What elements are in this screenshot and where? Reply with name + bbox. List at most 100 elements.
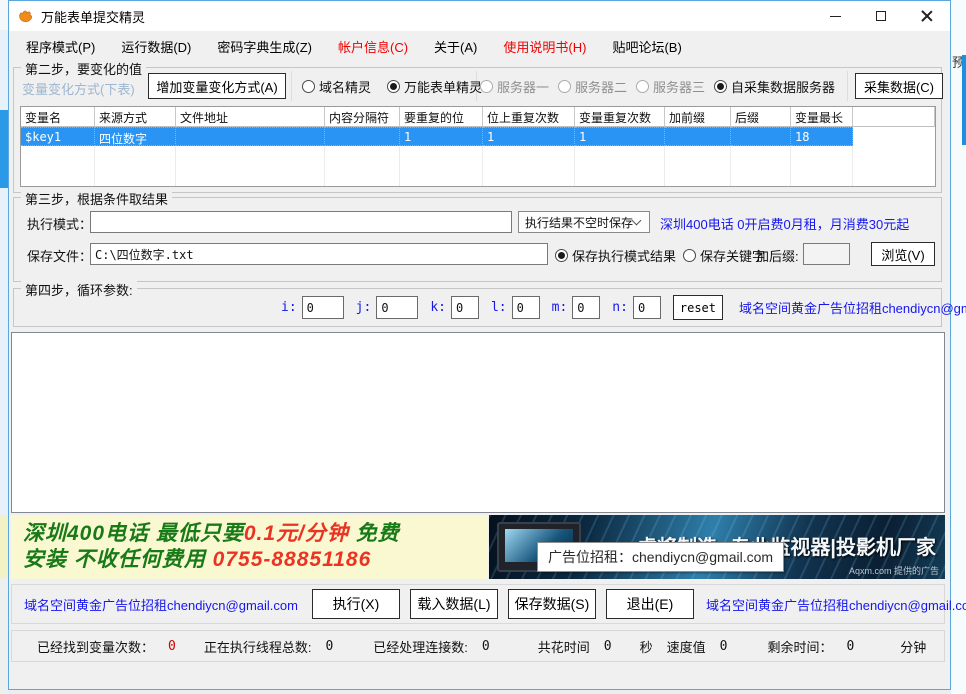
banner-text-green: 深圳400电话 最低只要	[23, 522, 244, 545]
empty-cell	[791, 146, 853, 165]
bg-left-yellow-block	[0, 515, 8, 578]
ad-link-left[interactable]: 域名空间黄金广告位招租chendiycn@gmail.com	[24, 595, 298, 614]
speed-value: 0	[720, 639, 728, 654]
promo-link[interactable]: 深圳400电话 0开启费0月租，月消费30元起	[660, 214, 909, 233]
minimize-button[interactable]	[812, 1, 858, 31]
save-file-input[interactable]: C:\四位数字.txt	[90, 243, 548, 265]
empty-cell	[575, 184, 665, 187]
background-window-right-sliver: 预	[951, 0, 966, 694]
table-row-cell[interactable]: $key1	[21, 127, 95, 146]
empty-cell	[665, 146, 731, 165]
radio-checked-icon	[555, 249, 568, 262]
table-row-cell[interactable]: 1	[483, 127, 575, 146]
exec-mode-label: 执行模式：	[27, 214, 92, 233]
save-mode-dropdown[interactable]: 执行结果不空时保存	[518, 211, 650, 233]
menu-password-dict[interactable]: 密码字典生成(Z)	[204, 37, 325, 56]
radio-save-keyword[interactable]: 保存关键字	[683, 246, 765, 265]
reset-button[interactable]: reset	[673, 295, 723, 320]
time-spent-value: 0	[604, 639, 612, 654]
empty-cell	[21, 165, 95, 184]
browse-button[interactable]: 浏览(V)	[871, 242, 935, 266]
title-bar: 万能表单提交精灵	[9, 1, 950, 31]
save-file-label: 保存文件：	[27, 246, 92, 265]
radio-server2-label: 服务器二	[575, 77, 627, 96]
suffix-input[interactable]	[803, 243, 850, 265]
window-controls	[812, 1, 950, 31]
empty-cell	[21, 146, 95, 165]
status-bar: 已经找到变量次数： 0 正在执行线程总数: 0 已经处理连接数: 0 共花时间 …	[11, 630, 945, 662]
radio-checked-icon	[387, 80, 400, 93]
radio-server2[interactable]: 服务器二	[558, 77, 627, 96]
bg-left-highlight-block	[0, 110, 8, 188]
loop-n-label: n:	[612, 300, 628, 315]
loop-j-input[interactable]: 0	[376, 296, 418, 319]
col-header: 内容分隔符	[325, 107, 400, 127]
loop-l-input[interactable]: 0	[512, 296, 540, 319]
table-row-cell[interactable]: 四位数字	[95, 127, 176, 146]
exit-button[interactable]: 退出(E)	[606, 589, 694, 619]
empty-cell	[95, 146, 176, 165]
radio-form-wizard[interactable]: 万能表单精灵	[387, 77, 482, 96]
empty-cell	[176, 165, 325, 184]
table-row-cell[interactable]: 18	[791, 127, 853, 146]
collect-data-button[interactable]: 采集数据(C)	[855, 73, 943, 99]
radio-server1[interactable]: 服务器一	[480, 77, 549, 96]
menu-about[interactable]: 关于(A)	[421, 37, 490, 56]
app-icon	[17, 8, 34, 25]
connections-value: 0	[482, 639, 490, 654]
exec-mode-input[interactable]	[90, 211, 512, 233]
col-header: 来源方式	[95, 107, 176, 127]
menu-account-info[interactable]: 帐户信息(C)	[325, 37, 421, 56]
radio-domain-wizard[interactable]: 域名精灵	[302, 77, 371, 96]
table-row-cell[interactable]	[176, 127, 325, 146]
table-row-cell[interactable]	[731, 127, 791, 146]
empty-cell	[483, 184, 575, 187]
time-unit-label: 秒	[640, 637, 653, 656]
empty-cell	[731, 184, 791, 187]
ad-banner-right[interactable]: 虎将制造--专业监视器|投影机厂家 广告位招租：chendiycn@gmail.…	[489, 515, 945, 579]
step4-legend: 第四步，循环参数:	[21, 280, 137, 299]
loop-k-input[interactable]: 0	[451, 296, 479, 319]
menu-manual[interactable]: 使用说明书(H)	[490, 37, 599, 56]
table-row-cell[interactable]	[665, 127, 731, 146]
empty-cell	[483, 146, 575, 165]
close-button[interactable]	[904, 1, 950, 31]
maximize-button[interactable]	[858, 1, 904, 31]
bg-left-gray-block	[0, 578, 8, 694]
ad-link[interactable]: 域名空间黄金广告位招租chendiycn@gmail.com	[739, 298, 966, 317]
remaining-time-label: 剩余时间：	[767, 637, 832, 656]
loop-m-input[interactable]: 0	[572, 296, 600, 319]
empty-cell	[400, 184, 483, 187]
radio-save-exec-label: 保存执行模式结果	[572, 246, 676, 265]
minimize-icon	[830, 16, 841, 17]
table-row-cell[interactable]	[325, 127, 400, 146]
menu-program-mode[interactable]: 程序模式(P)	[13, 37, 108, 56]
radio-server3[interactable]: 服务器三	[636, 77, 705, 96]
col-header: 文件地址	[176, 107, 325, 127]
step2-group: 第二步，要变化的值 变量变化方式(下表) 增加变量变化方式(A) 域名精灵 万能…	[13, 67, 942, 193]
menu-forum[interactable]: 贴吧论坛(B)	[599, 37, 694, 56]
loop-i-input[interactable]: 0	[302, 296, 344, 319]
step3-group: 第三步，根据条件取结果 执行模式： 执行结果不空时保存 深圳400电话 0开启费…	[13, 197, 942, 282]
table-row-cell[interactable]: 1	[400, 127, 483, 146]
execute-button[interactable]: 执行(X)	[312, 589, 400, 619]
ad-link-right[interactable]: 域名空间黄金广告位招租chendiycn@gmail.com	[706, 595, 966, 614]
server-radio-group: 服务器一 服务器二 服务器三 自采集数据服务器	[480, 71, 848, 101]
empty-cell	[176, 146, 325, 165]
empty-cell	[853, 146, 935, 165]
chevron-down-icon	[632, 216, 642, 226]
add-variable-mode-button[interactable]: 增加变量变化方式(A)	[148, 73, 286, 99]
col-header: 加前缀	[665, 107, 731, 127]
radio-save-exec-result[interactable]: 保存执行模式结果	[555, 246, 676, 265]
radio-domain-label: 域名精灵	[319, 77, 371, 96]
output-textarea[interactable]	[11, 332, 945, 513]
maximize-icon	[876, 11, 886, 21]
radio-self-collect-server[interactable]: 自采集数据服务器	[714, 77, 835, 96]
menu-run-data[interactable]: 运行数据(D)	[108, 37, 204, 56]
save-data-button[interactable]: 保存数据(S)	[508, 589, 596, 619]
step2-legend: 第二步，要变化的值	[21, 59, 146, 78]
ad-banner-left[interactable]: 深圳400电话 最低只要0.1元/分钟 免费 安装 不收任何费用 0755-88…	[11, 515, 488, 579]
loop-n-input[interactable]: 0	[633, 296, 661, 319]
load-data-button[interactable]: 载入数据(L)	[410, 589, 498, 619]
table-row-cell[interactable]: 1	[575, 127, 665, 146]
